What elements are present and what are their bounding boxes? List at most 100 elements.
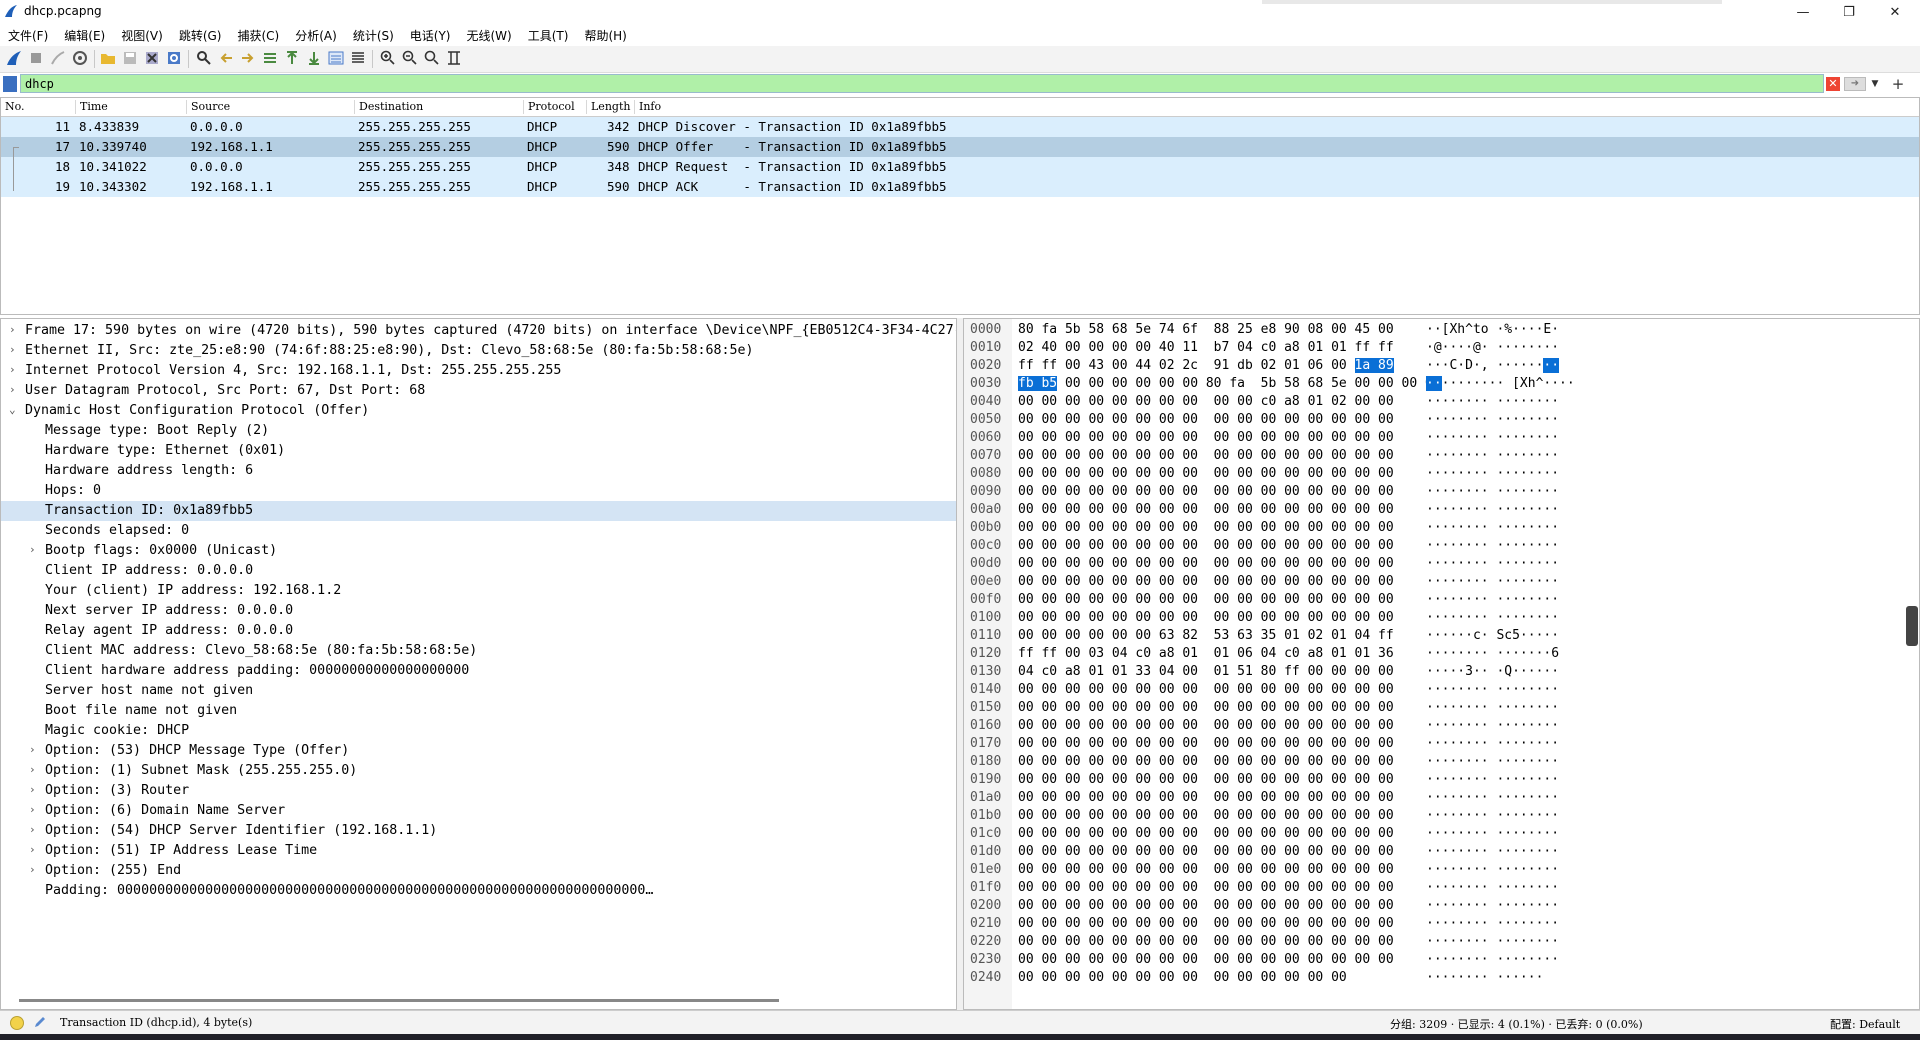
packet-row[interactable]: 19 10.343302 192.168.1.1 255.255.255.255… [1, 177, 1919, 197]
hex-bytes[interactable]: 00 00 00 00 00 00 00 00 00 00 00 00 00 0… [1018, 718, 1394, 733]
hex-bytes[interactable]: 00 00 00 00 00 00 00 00 00 00 00 00 00 0… [1018, 970, 1347, 985]
hex-bytes[interactable]: 00 00 00 00 00 00 00 00 00 00 00 00 00 0… [1018, 610, 1394, 625]
hex-bytes[interactable]: 00 00 00 00 00 00 00 00 00 00 00 00 00 0… [1018, 880, 1394, 895]
hex-bytes[interactable]: 00 00 00 00 00 00 00 00 00 00 00 00 00 0… [1018, 934, 1394, 949]
ascii-highlighted[interactable]: ·· [1543, 358, 1560, 373]
bytes-scrollbar-handle[interactable] [1906, 606, 1918, 646]
expand-arrow-icon[interactable]: › [9, 363, 16, 376]
hex-bytes[interactable]: 00 00 00 00 00 00 00 00 00 00 00 00 00 0… [1018, 736, 1394, 751]
last-packet-icon[interactable] [306, 50, 322, 66]
detail-tree-item[interactable]: › Bootp flags: 0x0000 (Unicast) [1, 541, 956, 561]
detail-tree-item[interactable]: › Option: (54) DHCP Server Identifier (19… [1, 821, 956, 841]
detail-tree-item[interactable]: › Option: (255) End [1, 861, 956, 881]
ascii-highlighted[interactable]: ·· [1426, 376, 1442, 391]
ascii-bytes[interactable]: ········ ········ [1426, 754, 1559, 769]
ascii-bytes[interactable]: ········ ········ [1426, 880, 1559, 895]
capture-options-icon[interactable] [72, 50, 88, 66]
column-source[interactable]: Source [186, 100, 230, 114]
ascii-bytes[interactable]: ·@····@· ········ [1426, 340, 1559, 355]
ascii-bytes[interactable]: ········ ········ [1426, 718, 1559, 733]
detail-tree-item[interactable]: Client IP address: 0.0.0.0 [1, 561, 956, 581]
menu-analyze[interactable]: 分析(A) [287, 27, 345, 44]
ascii-bytes[interactable]: ········ ········ [1426, 556, 1559, 571]
reload-file-icon[interactable] [166, 50, 182, 66]
hex-bytes[interactable]: 00 00 00 00 00 00 00 00 00 00 00 00 00 0… [1018, 430, 1394, 445]
menu-help[interactable]: 帮助(H) [576, 27, 634, 44]
detail-tree-item[interactable]: Boot file name not given [1, 701, 956, 721]
zoom-in-icon[interactable] [380, 50, 396, 66]
detail-tree-item[interactable]: Hops: 0 [1, 481, 956, 501]
detail-tree-item[interactable]: › Option: (51) IP Address Lease Time [1, 841, 956, 861]
menu-go[interactable]: 跳转(G) [171, 27, 230, 44]
hex-bytes[interactable]: 00 00 00 00 00 00 00 00 00 00 00 00 00 0… [1018, 952, 1394, 967]
menu-statistics[interactable]: 统计(S) [345, 27, 402, 44]
ascii-bytes[interactable]: ········ ········ [1426, 592, 1559, 607]
hex-bytes[interactable]: 00 00 00 00 00 00 00 00 00 00 00 00 00 0… [1018, 754, 1394, 769]
expand-arrow-icon[interactable]: › [9, 383, 16, 396]
packet-row[interactable]: 18 10.341022 0.0.0.0 255.255.255.255 DHC… [1, 157, 1919, 177]
ascii-bytes[interactable]: ········ ········ [1426, 484, 1559, 499]
ascii-bytes[interactable]: ········ ········ [1426, 574, 1559, 589]
hex-bytes[interactable]: 00 00 00 00 00 00 00 00 00 00 00 00 00 0… [1018, 826, 1394, 841]
hex-bytes[interactable]: 00 00 00 00 00 00 00 00 00 00 00 00 00 0… [1018, 412, 1394, 427]
clear-filter-icon[interactable]: ✕ [1826, 77, 1840, 91]
menu-file[interactable]: 文件(F) [0, 27, 56, 44]
detail-horizontal-scrollbar[interactable] [19, 999, 779, 1002]
menu-capture[interactable]: 捕获(C) [229, 27, 287, 44]
detail-tree-item[interactable]: › Internet Protocol Version 4, Src: 192.1… [1, 361, 956, 381]
expand-arrow-icon[interactable]: › [9, 343, 16, 356]
column-length[interactable]: Length [586, 100, 630, 114]
hex-bytes[interactable]: 80 fa 5b 58 68 5e 74 6f 88 25 e8 90 08 0… [1018, 322, 1394, 337]
ascii-bytes[interactable]: ········ ········ [1426, 862, 1559, 877]
expand-arrow-icon[interactable]: › [29, 543, 36, 556]
ascii-bytes[interactable]: ········ ········ [1426, 736, 1559, 751]
restore-icon[interactable]: ❐ [1826, 0, 1872, 24]
go-to-packet-icon[interactable] [262, 50, 278, 66]
hex-bytes[interactable]: 00 00 00 00 00 00 00 00 00 00 00 00 00 0… [1018, 790, 1394, 805]
ascii-bytes[interactable]: ········ ········ [1426, 772, 1559, 787]
hex-bytes[interactable]: ff ff 00 43 00 44 02 2c 91 db 02 01 06 0… [1018, 358, 1394, 373]
ascii-bytes[interactable]: ········ ········ [1426, 808, 1559, 823]
hex-bytes[interactable]: 00 00 00 00 00 00 00 00 00 00 00 00 00 0… [1018, 520, 1394, 535]
ascii-bytes[interactable]: ········ ········ [1426, 448, 1559, 463]
hex-bytes[interactable]: 00 00 00 00 00 00 00 00 00 00 00 00 00 0… [1018, 556, 1394, 571]
minimize-icon[interactable]: — [1780, 0, 1826, 24]
detail-tree-item[interactable]: Magic cookie: DHCP [1, 721, 956, 741]
ascii-bytes[interactable]: ········ ········ [1426, 916, 1559, 931]
save-file-icon[interactable] [122, 50, 138, 66]
stop-capture-icon[interactable] [28, 50, 44, 66]
ascii-bytes[interactable]: ··[Xh^to ·%····E· [1426, 322, 1559, 337]
expand-arrow-icon[interactable]: › [29, 783, 36, 796]
expand-arrow-icon[interactable]: › [29, 823, 36, 836]
hex-bytes[interactable]: 00 00 00 00 00 00 00 00 00 00 00 00 00 0… [1018, 808, 1394, 823]
hex-bytes[interactable]: ff ff 00 03 04 c0 a8 01 01 06 04 c0 a8 0… [1018, 646, 1394, 661]
hex-bytes[interactable]: 00 00 00 00 00 00 00 00 00 00 00 00 00 0… [1018, 772, 1394, 787]
capture-comment-icon[interactable] [33, 1015, 47, 1029]
ascii-bytes[interactable]: ········ ········ [1426, 610, 1559, 625]
ascii-bytes[interactable]: ········ ······ [1426, 970, 1543, 985]
hex-bytes[interactable]: 00 00 00 00 00 00 63 82 53 63 35 01 02 0… [1018, 628, 1394, 643]
hex-bytes-highlighted[interactable]: fb b5 [1018, 376, 1058, 391]
ascii-bytes[interactable]: ········ ········ [1426, 538, 1559, 553]
expand-arrow-icon[interactable]: › [29, 863, 36, 876]
hex-bytes[interactable]: 00 00 00 00 00 00 00 00 00 00 00 00 00 0… [1018, 682, 1394, 697]
detail-tree-item[interactable]: › Option: (6) Domain Name Server [1, 801, 956, 821]
hex-bytes[interactable]: 00 00 00 00 00 00 00 00 00 00 00 00 00 0… [1018, 466, 1394, 481]
menu-edit[interactable]: 编辑(E) [56, 27, 113, 44]
ascii-bytes[interactable]: ········ ········ [1426, 934, 1559, 949]
go-back-icon[interactable] [218, 50, 234, 66]
add-filter-button-icon[interactable]: + [1890, 75, 1906, 93]
ascii-bytes[interactable]: ······c· Sc5····· [1426, 628, 1559, 643]
detail-tree-item[interactable]: Relay agent IP address: 0.0.0.0 [1, 621, 956, 641]
hex-bytes[interactable]: 00 00 00 00 00 00 00 00 00 00 00 00 00 0… [1018, 502, 1394, 517]
ascii-bytes[interactable]: ········ ········ [1426, 430, 1559, 445]
detail-tree-item[interactable]: Client MAC address: Clevo_58:68:5e (80:f… [1, 641, 956, 661]
zoom-out-icon[interactable] [402, 50, 418, 66]
column-time[interactable]: Time [75, 100, 108, 114]
close-file-icon[interactable] [144, 50, 160, 66]
expert-info-icon[interactable] [10, 1016, 24, 1030]
hex-bytes[interactable]: 00 00 00 00 00 00 00 00 00 00 00 00 00 0… [1018, 538, 1394, 553]
column-info[interactable]: Info [634, 100, 661, 114]
filter-history-dropdown-icon[interactable]: ▼ [1868, 77, 1882, 91]
restart-capture-icon[interactable] [50, 50, 66, 66]
